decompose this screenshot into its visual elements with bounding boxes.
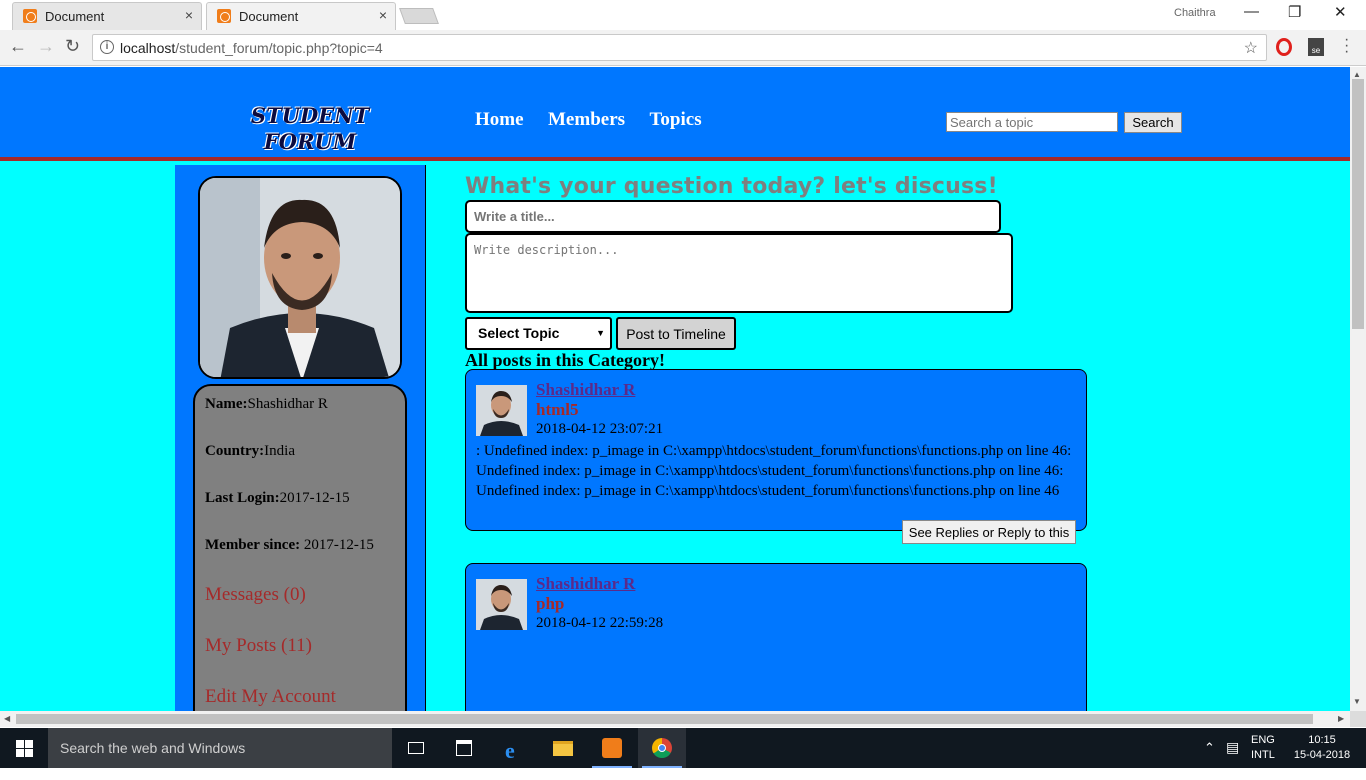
avatar-image: [200, 178, 400, 377]
dropdown-arrow-icon: ▼: [596, 328, 605, 338]
browser-tab-1[interactable]: Document ×: [12, 2, 202, 30]
clock-date: 15-04-2018: [1293, 749, 1351, 761]
url-text: localhost/student_forum/topic.php?topic=…: [120, 40, 383, 56]
windows-logo-icon: [16, 740, 24, 748]
author-thumb-image: [476, 579, 527, 630]
posts-section-title: All posts in this Category!: [465, 350, 666, 370]
messages-link[interactable]: Messages (0): [205, 584, 395, 635]
nav-topics-link[interactable]: Topics: [649, 109, 701, 130]
question-heading: What's your question today? let's discus…: [465, 174, 998, 199]
logo-line-2: FORUM: [263, 129, 357, 154]
edge-icon[interactable]: e: [490, 728, 538, 768]
close-window-icon[interactable]: ✕: [1334, 3, 1347, 21]
xampp-icon[interactable]: [588, 728, 636, 768]
post-date: 2018-04-12 23:07:21: [536, 421, 664, 437]
nav-members-link[interactable]: Members: [548, 109, 625, 130]
clock[interactable]: 10:15 15-04-2018: [1292, 733, 1352, 773]
profile-country-row: Country:India: [205, 443, 295, 459]
bookmark-star-icon[interactable]: ☆: [1244, 38, 1258, 58]
post-topic: html5: [536, 400, 579, 419]
post-author-avatar: [476, 385, 527, 436]
keyboard-layout: INTL: [1251, 749, 1275, 761]
nav-home-link[interactable]: Home: [475, 109, 524, 130]
back-icon[interactable]: ←: [9, 36, 27, 57]
address-bar[interactable]: i localhost/student_forum/topic.php?topi…: [92, 34, 1267, 61]
browser-tabbar: Document × Document × Chaithra — ❐ ✕: [0, 0, 1366, 30]
post-author-avatar: [476, 579, 527, 630]
xampp-favicon-icon: [23, 9, 37, 23]
post-topic: php: [536, 594, 565, 613]
tab-title: Document: [45, 9, 105, 24]
page-viewport: STUDENT FORUM Home Members Topics Search: [0, 67, 1350, 711]
top-nav: Home Members Topics: [475, 109, 722, 131]
topic-select-value: Select Topic: [478, 325, 560, 341]
info-icon[interactable]: i: [100, 40, 114, 54]
chrome-icon[interactable]: [638, 728, 686, 768]
menu-icon[interactable]: · · ·: [1344, 32, 1349, 60]
store-icon[interactable]: [440, 728, 488, 768]
my-posts-link[interactable]: My Posts (11): [205, 635, 395, 686]
post-author-link[interactable]: Shashidhar R: [536, 380, 635, 400]
see-replies-button[interactable]: See Replies or Reply to this: [902, 520, 1076, 544]
post-description-input[interactable]: [465, 233, 1013, 313]
new-tab-button[interactable]: [399, 8, 439, 24]
chevron-up-icon[interactable]: ⌃: [1204, 740, 1215, 780]
clock-time: 10:15: [1308, 734, 1336, 746]
opera-extension-icon[interactable]: [1276, 38, 1292, 56]
post-card: Shashidhar R html5 2018-04-12 23:07:21 :…: [465, 369, 1087, 544]
site-logo[interactable]: STUDENT FORUM: [240, 103, 380, 155]
profile-avatar: [198, 176, 402, 379]
start-button[interactable]: [0, 728, 48, 768]
logo-line-1: STUDENT: [250, 103, 370, 128]
browser-tab-2[interactable]: Document ×: [206, 2, 396, 30]
se-extension-icon[interactable]: se: [1308, 38, 1324, 56]
scroll-corner: [1350, 711, 1366, 727]
sidebar: Name:Shashidhar R Country:India Last Log…: [175, 165, 426, 711]
post-date: 2018-04-12 22:59:28: [536, 615, 664, 631]
scroll-left-icon[interactable]: ◀: [4, 714, 10, 723]
windows-taskbar: Search the web and Windows e ⌃ ▤ ENG INT…: [0, 728, 1366, 768]
post-to-timeline-button[interactable]: Post to Timeline: [616, 317, 736, 350]
xampp-favicon-icon: [217, 9, 231, 23]
site-header: STUDENT FORUM Home Members Topics Search: [0, 67, 1350, 161]
topic-select[interactable]: Select Topic ▼: [465, 317, 612, 350]
file-explorer-icon[interactable]: [539, 728, 587, 768]
profile-name[interactable]: Chaithra: [1174, 7, 1216, 19]
input-language[interactable]: ENG INTL: [1251, 733, 1275, 773]
forward-icon[interactable]: →: [37, 36, 55, 57]
profile-name-row: Name:Shashidhar R: [205, 396, 328, 412]
post-title-input[interactable]: [465, 200, 1001, 233]
author-thumb-image: [476, 385, 527, 436]
tab-close-icon[interactable]: ×: [379, 7, 387, 23]
windows-logo-icon: [25, 740, 33, 748]
scroll-down-icon[interactable]: ▼: [1353, 697, 1361, 706]
windows-logo-icon: [16, 749, 24, 757]
minimize-icon[interactable]: —: [1244, 3, 1259, 20]
scroll-right-icon[interactable]: ▶: [1338, 714, 1344, 723]
tab-title: Document: [239, 9, 299, 24]
scroll-up-icon[interactable]: ▲: [1353, 70, 1361, 79]
restore-icon[interactable]: ❐: [1288, 3, 1301, 21]
profile-info-box: Name:Shashidhar R Country:India Last Log…: [193, 384, 407, 711]
post-author-link[interactable]: Shashidhar R: [536, 574, 635, 594]
taskbar-search[interactable]: Search the web and Windows: [48, 728, 392, 768]
task-view-icon[interactable]: [392, 728, 440, 768]
search-input[interactable]: [946, 112, 1118, 132]
horizontal-scrollbar[interactable]: ◀ ▶: [0, 711, 1350, 727]
tab-close-icon[interactable]: ×: [185, 7, 193, 23]
profile-last-login-row: Last Login:2017-12-15: [205, 490, 350, 506]
horizontal-scroll-thumb[interactable]: [16, 714, 1313, 724]
search-button[interactable]: Search: [1124, 112, 1182, 133]
edit-account-link[interactable]: Edit My Account: [205, 686, 395, 711]
reload-icon[interactable]: ↻: [65, 36, 80, 57]
post-body: : Undefined index: p_image in C:\xampp\h…: [476, 443, 1072, 499]
notifications-icon[interactable]: ▤: [1226, 739, 1239, 779]
vertical-scrollbar[interactable]: ▲ ▼: [1350, 67, 1366, 711]
post-card: Shashidhar R php 2018-04-12 22:59:28: [465, 563, 1087, 711]
profile-member-since-row: Member since: 2017-12-15: [205, 537, 374, 553]
language-code: ENG: [1251, 734, 1275, 746]
browser-toolbar: ← → ↻ i localhost/student_forum/topic.ph…: [0, 30, 1366, 66]
vertical-scroll-thumb[interactable]: [1352, 79, 1364, 329]
windows-logo-icon: [25, 749, 33, 757]
